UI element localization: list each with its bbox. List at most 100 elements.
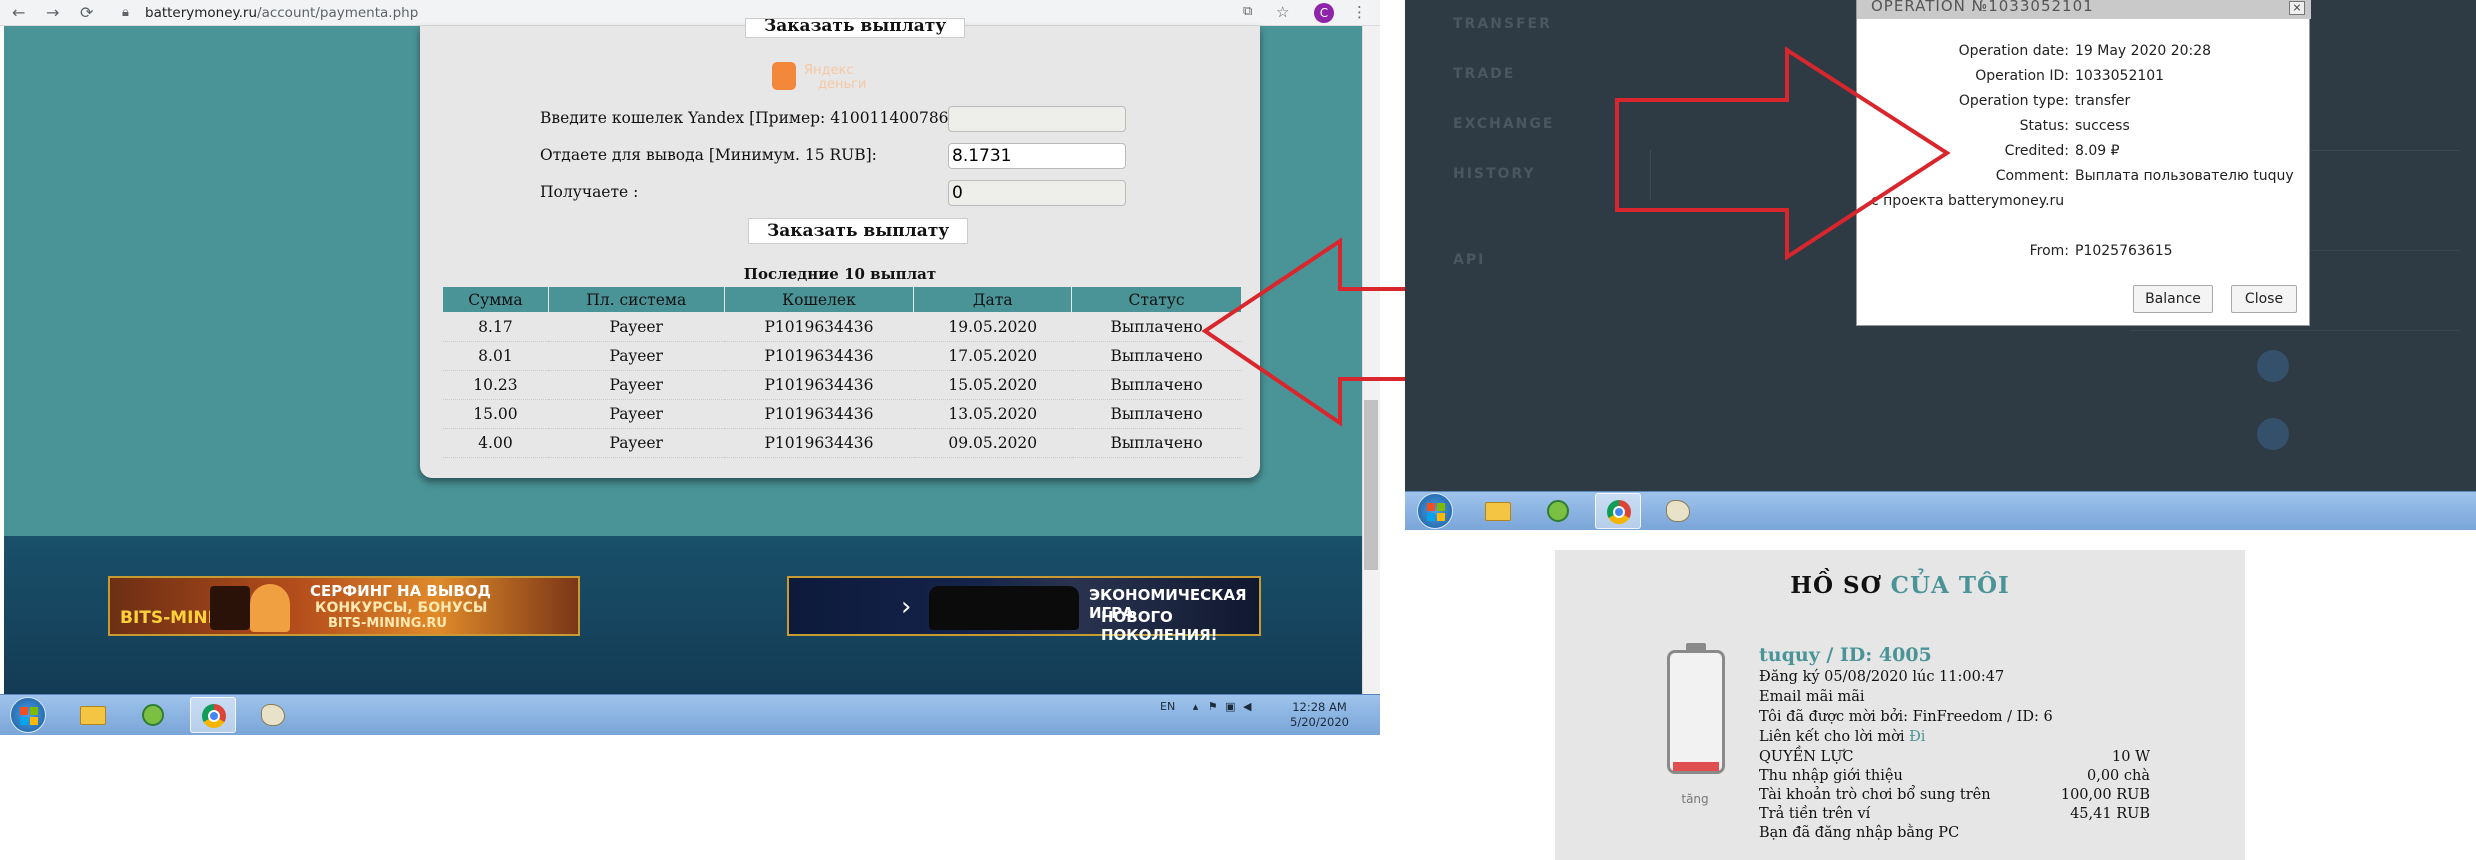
bits-mining-ad-banner[interactable]: BITS-MINING СЕРФИНГ НА ВЫВОД КОНКУРСЫ, Б… — [108, 576, 580, 636]
banner-line-3: BITS-MINING.RU — [328, 616, 447, 631]
folder-icon — [80, 706, 106, 725]
volume-icon[interactable]: ◀ — [1243, 700, 1251, 713]
cell-amount: 8.01 — [442, 341, 549, 371]
taskbar-clock[interactable]: 12:28 AM 5/20/2020 — [1290, 700, 1349, 730]
yandex-money-logo-icon — [772, 62, 796, 90]
operation-id-value: 1033052101 — [2075, 68, 2165, 84]
bookmark-star-icon[interactable]: ☆ — [1276, 3, 1289, 21]
dialog-title: OPERATION №1033052101 — [1857, 0, 2311, 19]
menu-item-trade[interactable]: TRADE — [1453, 66, 1515, 82]
menu-item-api[interactable]: API — [1453, 252, 1485, 268]
referral-link[interactable]: Đi — [1909, 729, 1925, 745]
yandex-money-wordmark: Яндекс деньги — [804, 64, 866, 92]
column-header: Дата — [913, 286, 1073, 313]
menu-dots-icon[interactable]: ⋮ — [1352, 3, 1367, 21]
paid-value: 45,41 RUB — [2070, 806, 2150, 822]
balance-button[interactable]: Balance — [2133, 285, 2213, 313]
menu-item-exchange[interactable]: EXCHANGE — [1453, 116, 1554, 132]
battery-icon — [1667, 650, 1725, 774]
cell-date: 09.05.2020 — [913, 428, 1072, 458]
wallet-input[interactable] — [948, 106, 1126, 132]
column-header: Сумма — [442, 286, 549, 313]
status-value: success — [2075, 118, 2130, 134]
table-row: 4.00 Payeer P1019634436 09.05.2020 Выпла… — [442, 428, 1242, 458]
battery-caption: tăng — [1681, 792, 1709, 806]
cell-amount: 10.23 — [442, 370, 549, 400]
taskbar-app-green[interactable] — [1535, 493, 1581, 529]
flag-icon[interactable]: ⚑ — [1208, 700, 1218, 713]
history-payeer-icon — [2257, 418, 2289, 450]
amount-input[interactable]: 8.1731 — [948, 143, 1126, 169]
lock-icon[interactable]: 🔒︎ — [122, 5, 129, 20]
paint-icon — [261, 704, 285, 726]
system-tray: EN ▴ ⚑ ▣ ◀ — [1160, 700, 1251, 713]
cell-system: Payeer — [548, 312, 725, 342]
economic-game-ad-banner[interactable]: › ЭКОНОМИЧЕСКАЯ ИГРА НОВОГО ПОКОЛЕНИЯ! — [787, 576, 1261, 644]
paint-icon — [1666, 500, 1690, 522]
table-row: 10.23 Payeer P1019634436 15.05.2020 Выпл… — [442, 370, 1242, 400]
wordmark-line-2: деньги — [818, 77, 867, 92]
ref-income-value: 0,00 chà — [2087, 768, 2150, 784]
green-app-icon — [142, 704, 164, 726]
receive-label: Получаете : — [540, 183, 639, 201]
order-payout-button[interactable]: Заказать выплату — [748, 218, 969, 244]
chrome-icon — [202, 704, 226, 728]
close-button[interactable]: Close — [2231, 285, 2297, 313]
clock-time: 12:28 AM — [1292, 700, 1347, 714]
banner-line-1: СЕРФИНГ НА ВЫВОД — [310, 582, 491, 600]
url-host: batterymoney.ru — [145, 5, 258, 21]
cell-amount: 4.00 — [442, 428, 549, 458]
taskbar-paint[interactable] — [250, 697, 296, 733]
menu-item-transfer[interactable]: TRANSFER — [1453, 16, 1552, 32]
start-button[interactable] — [10, 697, 46, 733]
back-arrow-icon[interactable]: ← — [12, 3, 25, 22]
cell-wallet: P1019634436 — [724, 370, 914, 400]
table-row: 8.01 Payeer P1019634436 17.05.2020 Выпла… — [442, 341, 1242, 371]
taskbar-explorer[interactable] — [70, 697, 116, 733]
payouts-table: Сумма Пл. система Кошелек Дата Статус 8.… — [442, 286, 1242, 458]
taskbar-chrome[interactable] — [1595, 493, 1641, 529]
start-button[interactable] — [1417, 493, 1453, 529]
receive-output: 0 — [948, 180, 1126, 206]
cell-amount: 15.00 — [442, 399, 549, 429]
cell-date: 15.05.2020 — [913, 370, 1072, 400]
topup-label: Tài khoản trò chơi bổ sung trên — [1759, 787, 1991, 803]
car-graphic-icon — [929, 586, 1079, 630]
cell-status: Выплачено — [1071, 428, 1242, 458]
banner-line-2: КОНКУРСЫ, БОНУСЫ — [315, 600, 488, 616]
email-status: Email mãi mãi — [1759, 689, 1865, 705]
cell-date: 17.05.2020 — [913, 341, 1072, 371]
red-arrow-right-icon — [1615, 46, 1951, 261]
taskbar-paint[interactable] — [1655, 493, 1701, 529]
operation-date-value: 19 May 2020 20:28 — [2075, 43, 2212, 59]
dialog-close-icon[interactable]: × — [2289, 1, 2305, 15]
forward-arrow-icon[interactable]: → — [46, 3, 59, 22]
folder-icon — [1485, 502, 1511, 521]
cell-wallet: P1019634436 — [724, 399, 914, 429]
power-value: 10 W — [2112, 749, 2150, 765]
tray-expand-icon[interactable]: ▴ — [1193, 700, 1199, 713]
chrome-icon — [1607, 500, 1631, 524]
payouts-table-title: Последние 10 выплат — [743, 265, 937, 283]
order-payout-button-top[interactable]: Заказать выплату — [745, 18, 966, 38]
address-bar[interactable]: batterymoney.ru/account/paymenta.php — [145, 5, 418, 21]
cell-system: Payeer — [548, 399, 725, 429]
translate-icon[interactable]: ⧉ — [1243, 4, 1252, 19]
column-header: Кошелек — [723, 286, 915, 313]
menu-item-history[interactable]: HISTORY — [1453, 166, 1536, 182]
chevron-right-icon: › — [901, 592, 912, 622]
server-graphic-icon — [210, 586, 250, 630]
taskbar-app-green[interactable] — [130, 697, 176, 733]
cell-system: Payeer — [548, 341, 725, 371]
power-label: QUYỀN LỰC — [1759, 749, 1854, 765]
invited-by: Tôi đã được mời bởi: FinFreedom / ID: 6 — [1759, 709, 2053, 725]
windows-taskbar — [1405, 491, 2476, 530]
taskbar-explorer[interactable] — [1475, 493, 1521, 529]
taskbar-chrome[interactable] — [190, 697, 236, 733]
cell-wallet: P1019634436 — [724, 312, 914, 342]
language-indicator[interactable]: EN — [1160, 700, 1175, 713]
network-icon[interactable]: ▣ — [1225, 700, 1235, 713]
login-note: Bạn đã đăng nhập bằng PC — [1759, 825, 1960, 841]
reload-icon[interactable]: ⟳ — [80, 3, 93, 22]
profile-avatar[interactable]: C — [1314, 3, 1334, 23]
